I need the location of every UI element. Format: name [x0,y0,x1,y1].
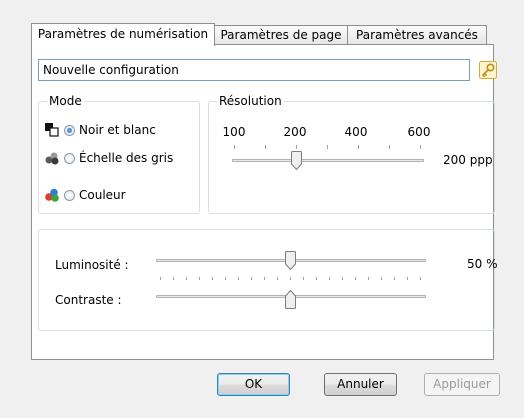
tick-mark [296,145,297,149]
tick-mark [389,145,390,149]
tick-mark [342,277,343,280]
radio-label: Couleur [79,188,126,202]
radio-label: Échelle des gris [79,151,174,165]
brightness-label: Luminosité : [55,258,129,272]
resolution-slider-thumb[interactable] [291,151,302,170]
radio-button[interactable] [64,189,75,201]
tick-mark [394,277,395,280]
tick-mark [173,277,174,280]
resolution-tick-400: 400 [344,125,368,139]
tick-mark [264,277,265,280]
radio-color[interactable]: Couleur [64,186,126,204]
radio-button[interactable] [64,152,75,164]
resolution-tick-100: 100 [222,125,246,139]
apply-button[interactable]: Appliquer [424,373,500,396]
tick-mark [186,277,187,280]
key-icon[interactable] [478,60,498,80]
tab-label: Paramètres de numérisation [37,27,209,41]
ok-button[interactable]: OK [217,373,290,396]
tick-mark [160,277,161,280]
tick-mark [238,277,239,280]
radio-black-white[interactable]: Noir et blanc [64,121,156,139]
radio-label: Noir et blanc [79,123,156,137]
tick-mark [407,277,408,280]
resolution-value: 200 ppp [443,153,493,167]
tick-mark [290,277,291,280]
tick-mark [368,277,369,280]
tab-advanced-settings[interactable]: Paramètres avancés [347,25,487,44]
tick-mark [420,277,421,280]
tab-page-settings[interactable]: Paramètres de page [214,25,348,44]
tick-mark [212,277,213,280]
brightness-value: 50 % [467,257,498,271]
color-icon [45,188,59,202]
brightness-slider-thumb[interactable] [285,251,296,270]
resolution-slider-track[interactable] [232,159,424,162]
scan-settings-dialog: Paramètres de page Paramètres avancés Pa… [0,0,524,418]
tick-mark [381,277,382,280]
tick-mark [199,277,200,280]
contrast-slider-thumb[interactable] [285,290,296,309]
tick-mark [358,145,359,149]
tick-mark [316,277,317,280]
radio-button[interactable] [64,124,75,136]
configuration-name-input[interactable] [38,59,470,81]
black-white-icon [45,123,59,137]
resolution-label: Résolution [217,94,284,108]
tick-mark [303,277,304,280]
tick-mark [420,145,421,149]
grayscale-icon [45,152,59,165]
tab-label: Paramètres avancés [356,28,478,42]
tick-mark [265,145,266,149]
contrast-label: Contraste : [55,293,122,307]
radio-grayscale[interactable]: Échelle des gris [64,149,173,167]
tick-mark [329,277,330,280]
cancel-button[interactable]: Annuler [324,373,397,396]
tab-label: Paramètres de page [220,28,342,42]
tick-mark [277,277,278,280]
resolution-tick-600: 600 [407,125,431,139]
tick-mark [327,145,328,149]
mode-label: Mode [47,94,84,108]
brightness-contrast-group [38,229,495,331]
tick-mark [234,145,235,149]
tick-mark [225,277,226,280]
resolution-tick-200: 200 [283,125,307,139]
tick-mark [355,277,356,280]
tick-mark [251,277,252,280]
tab-scan-settings[interactable]: Paramètres de numérisation [31,23,215,46]
